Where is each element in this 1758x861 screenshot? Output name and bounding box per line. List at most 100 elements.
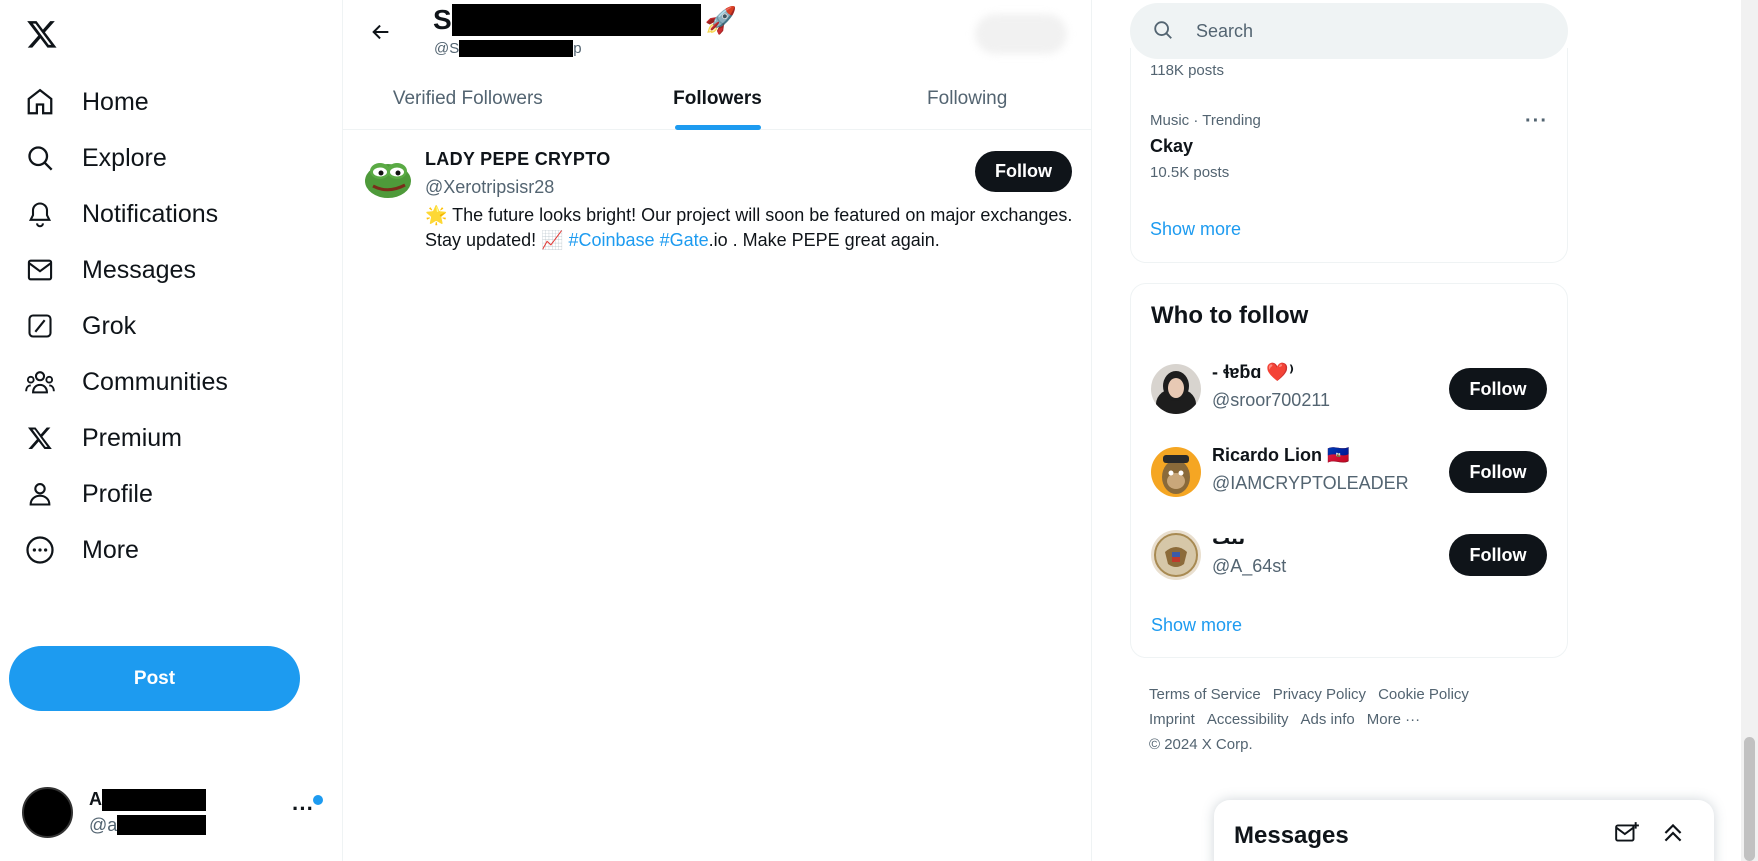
x-logo-icon[interactable] — [22, 14, 62, 54]
suggested-user[interactable]: ٮٮٮ @A_64st Follow — [1151, 524, 1551, 584]
redaction-bar — [117, 815, 207, 835]
copyright: © 2024 X Corp. — [1149, 736, 1253, 753]
footer-link-accessibility[interactable]: Accessibility — [1207, 711, 1289, 728]
nav-communities-label: Communities — [82, 367, 228, 396]
nav-profile[interactable]: Profile — [24, 469, 153, 519]
trends-show-more-link[interactable]: Show more — [1150, 219, 1241, 240]
follow-button[interactable]: Follow — [1449, 451, 1547, 493]
nav-communities[interactable]: Communities — [24, 357, 228, 407]
suggested-user-name[interactable]: ٮٮٮ — [1212, 528, 1245, 549]
page-title-initial: S — [433, 4, 452, 35]
avatar — [22, 786, 73, 838]
home-icon — [24, 86, 56, 118]
footer: Terms of Service Privacy Policy Cookie Pol… — [1149, 682, 1589, 757]
grok-icon — [24, 310, 56, 342]
nav-more[interactable]: More — [24, 525, 139, 575]
left-navigation: Home Explore Notifications Messages Grok… — [0, 0, 343, 861]
scrollbar-thumb[interactable] — [1744, 737, 1755, 861]
follow-button[interactable]: Follow — [1449, 368, 1547, 410]
page-subtitle: @S p — [434, 40, 582, 57]
footer-link-ads-info[interactable]: Ads info — [1301, 711, 1355, 728]
avatar[interactable] — [1151, 530, 1201, 580]
search-input[interactable]: Search — [1196, 21, 1253, 42]
tab-followers[interactable]: Followers — [593, 78, 843, 130]
footer-link-terms[interactable]: Terms of Service — [1149, 686, 1261, 703]
account-handle: @a — [89, 814, 118, 835]
follow-button[interactable]: Follow — [975, 151, 1072, 192]
search-icon — [24, 142, 56, 174]
redaction-bar — [102, 788, 206, 811]
back-arrow-icon[interactable] — [363, 14, 399, 50]
who-to-follow-card: Who to follow - ɬɐƃɑ ❤️⁾ @sroor700211 Fo… — [1130, 283, 1568, 658]
trend-post-count: 10.5K posts — [1150, 164, 1230, 181]
nav-explore-label: Explore — [82, 143, 167, 172]
account-switcher[interactable]: A @a — [22, 784, 322, 840]
follower-bio: 🌟 The future looks bright! Our project w… — [425, 203, 1075, 253]
footer-link-imprint[interactable]: Imprint — [1149, 711, 1195, 728]
nav-home[interactable]: Home — [24, 77, 149, 127]
tab-bar: Verified Followers Followers Following — [343, 78, 1092, 130]
more-icon[interactable]: ··· — [1525, 110, 1548, 133]
post-button[interactable]: Post — [9, 646, 300, 711]
search-box[interactable]: Search — [1130, 3, 1568, 59]
nav-grok-label: Grok — [82, 311, 137, 340]
notification-dot — [313, 795, 323, 805]
nav-messages-label: Messages — [82, 255, 196, 284]
bio-text-suffix: .io . Make PEPE great again. — [708, 230, 940, 250]
person-icon — [24, 478, 56, 510]
search-icon — [1152, 19, 1176, 43]
redaction-bar — [451, 4, 701, 36]
nav-home-label: Home — [82, 87, 149, 116]
page-handle-suffix: p — [573, 40, 582, 57]
suggested-user-name[interactable]: - ɬɐƃɑ ❤️⁾ — [1212, 362, 1294, 383]
bell-icon — [24, 198, 56, 230]
people-icon — [24, 366, 56, 398]
right-sidebar: 118K posts Music · Trending Ckay 10.5K p… — [1092, 0, 1758, 861]
hashtag-link[interactable]: #Coinbase — [569, 230, 655, 250]
avatar[interactable] — [1151, 364, 1201, 414]
profile-header: S 🚀 @S p Verified Followers Followers Fo… — [343, 0, 1092, 130]
tab-following[interactable]: Following — [842, 78, 1092, 130]
nav-notifications-label: Notifications — [82, 199, 219, 228]
suggested-user-name[interactable]: Ricardo Lion 🇭🇹 — [1212, 445, 1349, 466]
messages-drawer-title: Messages — [1234, 822, 1349, 849]
scrollbar[interactable] — [1741, 0, 1758, 861]
hashtag-link[interactable]: #Gate — [660, 230, 709, 250]
follower-name[interactable]: LADY PEPE CRYPTO — [425, 149, 611, 170]
suggested-user-handle[interactable]: @A_64st — [1212, 556, 1286, 577]
follower-row[interactable]: LADY PEPE CRYPTO @Xerotripsisr28 🌟 The f… — [343, 131, 1092, 271]
nav-grok[interactable]: Grok — [24, 301, 136, 351]
suggested-user-handle[interactable]: @sroor700211 — [1212, 390, 1330, 411]
suggested-user[interactable]: Ricardo Lion 🇭🇹 @IAMCRYPTOLEADER Follow — [1151, 441, 1551, 501]
footer-link-privacy[interactable]: Privacy Policy — [1273, 686, 1366, 703]
envelope-icon — [24, 254, 56, 286]
nav-profile-label: Profile — [82, 479, 153, 508]
footer-link-more[interactable]: More ··· — [1367, 711, 1420, 728]
nav-messages[interactable]: Messages — [24, 245, 196, 295]
footer-link-cookies[interactable]: Cookie Policy — [1378, 686, 1469, 703]
trend-post-count: 118K posts — [1150, 62, 1224, 79]
nav-more-label: More — [82, 535, 139, 564]
nav-explore[interactable]: Explore — [24, 133, 167, 183]
tab-verified-followers[interactable]: Verified Followers — [343, 78, 593, 130]
suggested-user[interactable]: - ɬɐƃɑ ❤️⁾ @sroor700211 Follow — [1151, 358, 1551, 418]
trend-name[interactable]: Ckay — [1150, 136, 1193, 157]
page-handle-prefix: @S — [434, 40, 460, 57]
follower-handle[interactable]: @Xerotripsisr28 — [425, 177, 554, 198]
new-message-icon[interactable] — [1614, 820, 1644, 850]
messages-drawer[interactable]: Messages — [1214, 800, 1714, 861]
pepe-avatar[interactable] — [363, 151, 413, 201]
chevron-up-icon[interactable] — [1660, 820, 1690, 850]
nav-premium-label: Premium — [82, 423, 183, 452]
account-name: A — [89, 789, 102, 809]
nav-premium[interactable]: Premium — [24, 413, 182, 463]
avatar[interactable] — [1151, 447, 1201, 497]
x-icon — [24, 422, 56, 454]
who-to-follow-show-more-link[interactable]: Show more — [1151, 615, 1242, 636]
rocket-emoji: 🚀 — [704, 4, 738, 35]
follow-button[interactable]: Follow — [1449, 534, 1547, 576]
nav-notifications[interactable]: Notifications — [24, 189, 218, 239]
page-title: S 🚀 — [433, 4, 737, 36]
suggested-user-handle[interactable]: @IAMCRYPTOLEADER — [1212, 473, 1409, 494]
account-more-icon[interactable]: ··· — [292, 796, 314, 822]
